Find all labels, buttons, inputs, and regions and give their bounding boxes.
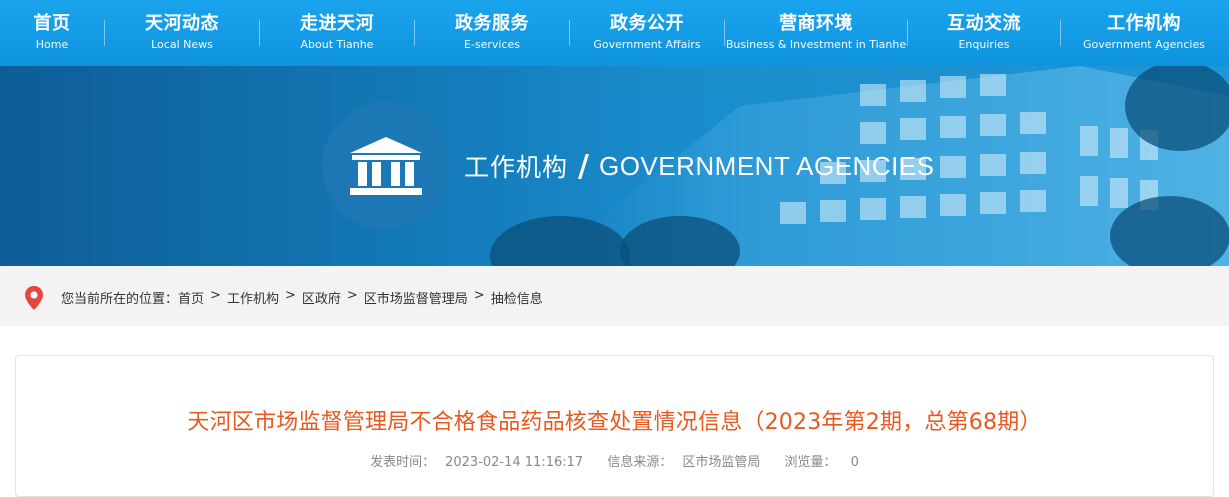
nav-item-about-tianhe[interactable]: 走进天河 About Tianhe (260, 0, 414, 66)
nav-label-zh: 工作机构 (1107, 13, 1181, 34)
banner-title: 工作机构 / GOVERNMENT AGENCIES (464, 148, 935, 184)
view-count: 浏览量： 0 (779, 455, 863, 470)
building-icon-graphic (350, 137, 422, 195)
article-meta: 发表时间： 2023-02-14 11:16:17 信息来源： 区市场监管局 浏览量… (0, 451, 1229, 470)
nav-item-government-affairs[interactable]: 政务公开 Government Affairs (570, 0, 724, 66)
nav-label-zh: 政务服务 (455, 13, 529, 34)
breadcrumb-prefix: 您当前所在的位置： (61, 292, 179, 307)
banner-title-slash: / (578, 148, 589, 184)
nav-label-zh: 互动交流 (947, 13, 1021, 34)
nav-item-e-services[interactable]: 政务服务 E-services (415, 0, 569, 66)
breadcrumb-link-district-gov[interactable]: 区政府 (302, 288, 341, 307)
nav-label-en: Local News (151, 38, 213, 51)
view-count-label: 浏览量： (784, 455, 837, 470)
nav-label-en: Government Affairs (593, 38, 701, 51)
breadcrumb-separator: > (473, 288, 485, 303)
nav-label-zh: 首页 (33, 13, 71, 34)
nav-item-government-agencies[interactable]: 工作机构 Government Agencies (1061, 0, 1227, 66)
banner-title-zh: 工作机构 (464, 153, 569, 182)
breadcrumb-trail: 您当前所在的位置： 首页 > 工作机构 > 区政府 > 区市场监督管理局 > 抽… (61, 288, 543, 307)
nav-label-zh: 走进天河 (300, 13, 374, 34)
breadcrumb-link-agencies[interactable]: 工作机构 (227, 288, 279, 307)
view-count-value: 0 (850, 455, 859, 470)
breadcrumb-separator: > (346, 288, 358, 303)
top-nav: 首页 Home 天河动态 Local News 走进天河 About Tianh… (0, 0, 1229, 66)
banner-title-en: GOVERNMENT AGENCIES (598, 150, 935, 181)
publish-time-label: 发表时间： (370, 455, 436, 470)
government-building-icon (322, 102, 450, 230)
nav-label-en: Home (35, 38, 69, 51)
location-pin-icon (25, 286, 43, 310)
info-source: 信息来源： 区市场监管局 (602, 455, 765, 470)
publish-time: 发表时间： 2023-02-14 11:16:17 (365, 455, 588, 470)
nav-label-en: Government Agencies (1083, 38, 1205, 51)
nav-label-en: Enquiries (958, 38, 1010, 51)
nav-item-local-news[interactable]: 天河动态 Local News (105, 0, 259, 66)
nav-label-zh: 营商环境 (779, 13, 853, 34)
nav-item-home[interactable]: 首页 Home (0, 0, 104, 66)
page-banner: 工作机构 / GOVERNMENT AGENCIES (0, 66, 1229, 266)
breadcrumb-link-market-supervision[interactable]: 区市场监督管理局 (364, 288, 468, 307)
breadcrumb-link-inspection-info[interactable]: 抽检信息 (491, 288, 543, 307)
breadcrumb-separator: > (210, 288, 221, 303)
nav-label-en: Business & Investment in Tianhe (725, 38, 907, 51)
nav-label-en: E-services (463, 38, 521, 51)
nav-label-zh: 天河动态 (145, 13, 219, 34)
nav-item-enquiries[interactable]: 互动交流 Enquiries (908, 0, 1060, 66)
nav-label-zh: 政务公开 (610, 13, 684, 34)
info-source-label: 信息来源： (607, 455, 673, 470)
nav-label-en: About Tianhe (300, 38, 374, 51)
info-source-value: 区市场监管局 (682, 455, 761, 470)
breadcrumb-link-home[interactable]: 首页 (178, 288, 204, 307)
publish-time-value: 2023-02-14 11:16:17 (445, 455, 584, 470)
breadcrumb-separator: > (284, 288, 296, 303)
nav-item-business-investment[interactable]: 营商环境 Business & Investment in Tianhe (725, 0, 907, 66)
article-title: 天河区市场监督管理局不合格食品药品核查处置情况信息（2023年第2期，总第68期… (187, 410, 1042, 435)
